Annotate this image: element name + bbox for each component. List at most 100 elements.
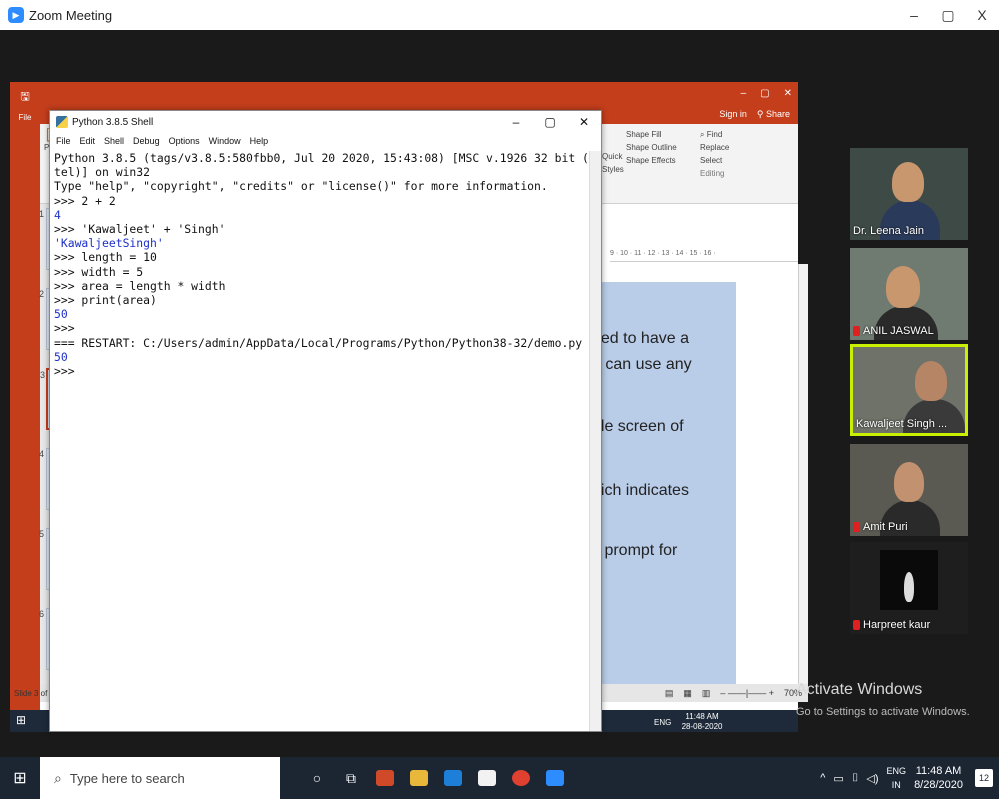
notification-center-button[interactable]: 12 [975,769,993,787]
store-icon[interactable] [470,757,504,799]
shell-line: >>> 2 + 2 [54,193,116,208]
replace-button[interactable]: Replace [700,141,729,154]
file-explorer-icon[interactable] [402,757,436,799]
python-icon [56,116,68,128]
ppt-titlebar: – ▢ ✕ [10,82,798,104]
zoom-logo-icon: ▶ [8,7,24,23]
slide-sorter-icon[interactable]: ▦ [683,688,692,699]
shell-line: === RESTART: C:/Users/admin/AppData/Loca… [54,335,590,350]
slide-text-line: ple screen of [592,418,684,435]
shell-line: >>> length = 10 [54,250,157,265]
chevron-up-icon[interactable]: ^ [820,772,825,784]
ppt-file-tab[interactable]: File [10,113,40,122]
participant-name-text: Amit Puri [863,521,908,533]
slide-text-line: s prompt for [592,542,678,559]
lang-top: ENG [886,766,907,776]
search-icon: ⌕ [700,130,705,139]
mail-icon[interactable] [436,757,470,799]
start-button[interactable]: ⊞ [0,768,40,788]
participant-name-text: Harpreet kaur [863,619,931,631]
activate-windows-hint: Go to Settings to activate Windows. [796,706,970,718]
task-view-icon[interactable]: ⧉ [334,757,368,799]
shared-tray: ENG 11:48 AM 28-08-2020 [654,712,723,732]
normal-view-icon[interactable]: ▤ [665,688,674,699]
shell-line: >>> print(area) [54,293,157,308]
ppt-vertical-scrollbar[interactable] [798,264,808,694]
participant-tile[interactable]: Harpreet kaur [850,542,968,634]
participant-tile[interactable]: Amit Puri [850,444,968,536]
shell-console[interactable]: Python 3.8.5 (tags/v3.8.5:580fbb0, Jul 2… [54,151,590,721]
chrome-icon[interactable] [504,757,538,799]
shell-line: >>> 'Kawaljeet' + 'Singh' [54,222,226,237]
thumbnail-number: 2 [39,289,45,299]
participant-tile[interactable]: Dr. Leena Jain [850,148,968,240]
select-button[interactable]: Select [700,154,729,167]
ppt-minimize-icon[interactable]: – [741,88,747,99]
menu-file[interactable]: File [56,136,71,146]
shell-titlebar: Python 3.8.5 Shell – ▢ ✕ [50,111,601,133]
shell-line: 50 [54,307,68,322]
minimize-button[interactable]: – [897,7,931,23]
zoom-slider[interactable]: – ——|—— + [720,688,774,698]
participant-name: Harpreet kaur [853,619,930,631]
shell-line: >>> width = 5 [54,264,144,279]
menu-debug[interactable]: Debug [133,136,160,146]
quick-styles-button[interactable]: Quick Styles [602,150,624,176]
shared-clock-date: 28-08-2020 [681,722,723,731]
menu-window[interactable]: Window [209,136,241,146]
participant-tile[interactable]: ANIL JASWAL [850,248,968,340]
shell-line: tel)] on win32 [54,165,151,180]
participant-name-text: ANIL JASWAL [863,325,934,337]
share-button[interactable]: ⚲ Share [757,109,790,120]
ppt-restore-icon[interactable]: ▢ [760,88,769,99]
shell-line: Python 3.8.5 (tags/v3.8.5:580fbb0, Jul 2… [54,151,590,165]
network-icon[interactable]: ⌷ [852,772,859,785]
slide-count: Slide 3 of [14,688,48,698]
shell-close-button[interactable]: ✕ [567,115,601,129]
ppt-close-icon[interactable]: ✕ [784,88,792,99]
shell-menu-bar: File Edit Shell Debug Options Window Hel… [50,133,601,149]
shape-outline-button[interactable]: Shape Outline [626,141,677,154]
shape-effects-button[interactable]: Shape Effects [626,154,677,167]
taskbar-search[interactable]: ⌕ Type here to search [40,757,280,799]
menu-edit[interactable]: Edit [80,136,96,146]
slide-text-line: hich indicates [592,482,689,499]
participant-name: ANIL JASWAL [853,325,934,337]
shell-maximize-button[interactable]: ▢ [533,115,567,129]
thumbnail-number: 4 [39,449,45,459]
horizontal-ruler: 9 · 10 · 11 · 12 · 13 · 14 · 15 · 16 · [610,250,798,262]
volume-icon[interactable]: ◁) [866,772,878,785]
shared-tray-lang: ENG [654,717,672,727]
taskbar-clock[interactable]: 11:48 AM 8/28/2020 [914,764,963,792]
thumbnail-number: 6 [39,609,45,619]
clock-time: 11:48 AM [915,765,962,777]
search-placeholder: Type here to search [69,770,185,786]
menu-shell[interactable]: Shell [104,136,124,146]
shell-line: >>> [54,321,75,336]
thumbnail-number: 1 [39,209,45,219]
menu-help[interactable]: Help [250,136,269,146]
save-icon[interactable]: 🖫 [10,88,40,107]
share-label: Share [765,108,790,119]
restore-button[interactable]: ▢ [931,7,965,24]
menu-options[interactable]: Options [169,136,200,146]
reading-view-icon[interactable]: ▥ [702,688,711,699]
participant-tile-active-speaker[interactable]: Kawaljeet Singh ... [850,344,968,436]
sign-in-link[interactable]: Sign in [719,109,747,119]
zoom-window-title: Zoom Meeting [29,7,113,23]
close-button[interactable]: X [965,7,999,23]
zoom-app-icon[interactable] [538,757,572,799]
activate-windows-watermark: Activate Windows [796,681,923,698]
clock-date: 8/28/2020 [914,779,963,791]
shape-fill-button[interactable]: Shape Fill [626,128,677,141]
battery-icon[interactable]: ▭ [833,772,843,785]
language-indicator[interactable]: ENG IN [887,764,907,792]
cortana-icon[interactable]: ○ [300,757,334,799]
find-button[interactable]: ⌕ Find [700,128,729,141]
app-icon-red[interactable] [368,757,402,799]
shell-line: 4 [54,207,61,222]
participant-name: Kawaljeet Singh ... [856,418,948,430]
thumbnail-number: 3 [40,370,46,380]
shell-minimize-button[interactable]: – [499,115,533,129]
shell-vertical-scrollbar[interactable] [589,151,601,731]
